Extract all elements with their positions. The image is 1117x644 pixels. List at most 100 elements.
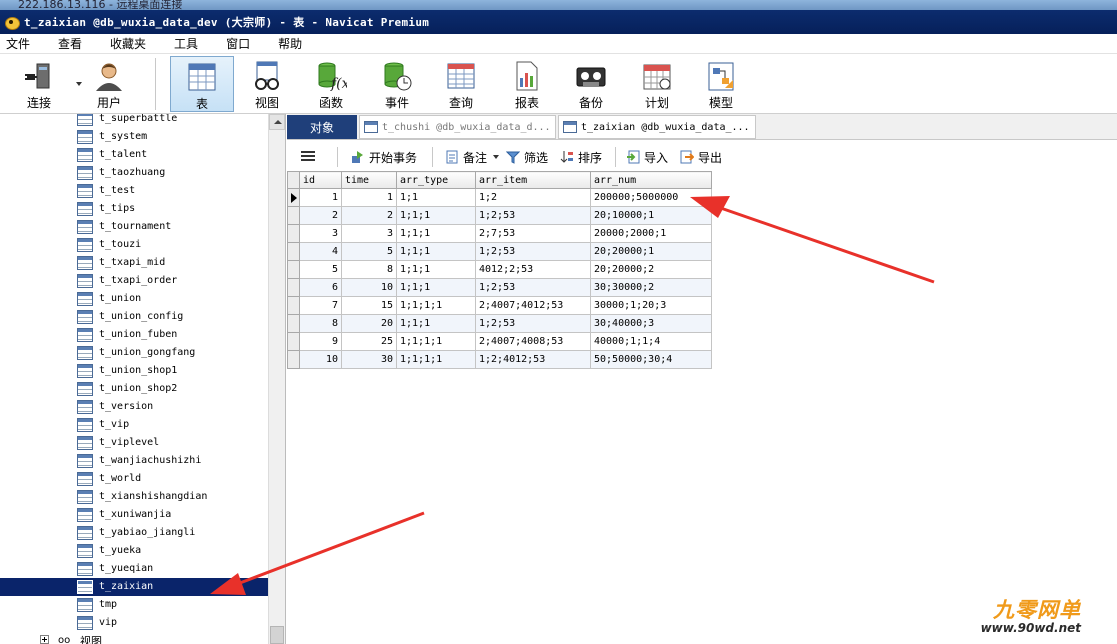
- table-row[interactable]: 8 20 1;1;1 1;2;53 30;40000;3: [287, 314, 712, 333]
- column-header-arr-item[interactable]: arr_item: [475, 171, 591, 189]
- cell-arr-type[interactable]: 1;1;1;1: [396, 332, 476, 351]
- cell-id[interactable]: 10: [299, 350, 342, 369]
- tree-item-table[interactable]: t_yabiao_jiangli: [0, 524, 268, 542]
- cell-arr-num[interactable]: 20000;2000;1: [590, 224, 712, 243]
- tree-node-views[interactable]: oo 视图: [40, 633, 240, 644]
- tab-t-chushi[interactable]: t_chushi @db_wuxia_data_d...: [359, 115, 556, 139]
- tree-item-table[interactable]: tmp: [0, 596, 268, 614]
- cell-id[interactable]: 5: [299, 260, 342, 279]
- connect-button[interactable]: 连接: [8, 56, 82, 112]
- cell-id[interactable]: 7: [299, 296, 342, 315]
- tree-item-table[interactable]: t_world: [0, 470, 268, 488]
- cell-arr-num[interactable]: 20;20000;2: [590, 260, 712, 279]
- cell-time[interactable]: 5: [341, 242, 397, 261]
- row-indicator[interactable]: [287, 350, 300, 369]
- view-button[interactable]: 视图: [236, 56, 298, 112]
- tree-item-table[interactable]: t_union_config: [0, 308, 268, 326]
- cell-id[interactable]: 9: [299, 332, 342, 351]
- tree-item-table[interactable]: t_union_fuben: [0, 326, 268, 344]
- cell-time[interactable]: 8: [341, 260, 397, 279]
- current-row-indicator-icon[interactable]: [287, 188, 300, 207]
- tree-item-table[interactable]: t_zaixian: [0, 578, 268, 596]
- tree-item-table[interactable]: t_union_gongfang: [0, 344, 268, 362]
- cell-arr-type[interactable]: 1;1;1;1: [396, 296, 476, 315]
- table-row[interactable]: 5 8 1;1;1 4012;2;53 20;20000;2: [287, 260, 712, 279]
- report-button[interactable]: 报表: [496, 56, 558, 112]
- table-row[interactable]: 7 15 1;1;1;1 2;4007;4012;53 30000;1;20;3: [287, 296, 712, 315]
- tree-item-table[interactable]: t_superbattle: [0, 114, 268, 128]
- query-button[interactable]: 查询: [430, 56, 492, 112]
- tree-item-table[interactable]: t_tournament: [0, 218, 268, 236]
- tree-item-table[interactable]: t_system: [0, 128, 268, 146]
- cell-time[interactable]: 30: [341, 350, 397, 369]
- tree-item-table[interactable]: t_wanjiachushizhi: [0, 452, 268, 470]
- cell-arr-item[interactable]: 4012;2;53: [475, 260, 591, 279]
- table-row[interactable]: 10 30 1;1;1;1 1;2;4012;53 50;50000;30;4: [287, 350, 712, 369]
- cell-arr-type[interactable]: 1;1;1: [396, 260, 476, 279]
- row-indicator[interactable]: [287, 278, 300, 297]
- menu-favorites[interactable]: 收藏夹: [104, 35, 146, 52]
- cell-arr-item[interactable]: 2;7;53: [475, 224, 591, 243]
- memo-button[interactable]: 备注: [445, 148, 500, 166]
- tree-item-table[interactable]: t_union: [0, 290, 268, 308]
- sidebar-scrollbar[interactable]: [268, 114, 285, 644]
- cell-id[interactable]: 4: [299, 242, 342, 261]
- backup-button[interactable]: 备份: [560, 56, 622, 112]
- cell-time[interactable]: 25: [341, 332, 397, 351]
- cell-id[interactable]: 3: [299, 224, 342, 243]
- column-header-time[interactable]: time: [341, 171, 397, 189]
- table-row[interactable]: 6 10 1;1;1 1;2;53 30;30000;2: [287, 278, 712, 297]
- tree-item-table[interactable]: t_test: [0, 182, 268, 200]
- row-indicator[interactable]: [287, 332, 300, 351]
- cell-arr-num[interactable]: 200000;5000000: [590, 188, 712, 207]
- tree-item-table[interactable]: t_union_shop1: [0, 362, 268, 380]
- cell-arr-num[interactable]: 30;30000;2: [590, 278, 712, 297]
- tree-item-table[interactable]: t_yueka: [0, 542, 268, 560]
- export-button[interactable]: 导出: [680, 148, 722, 166]
- tree-item-table[interactable]: t_talent: [0, 146, 268, 164]
- tree-item-table[interactable]: t_yueqian: [0, 560, 268, 578]
- schedule-button[interactable]: 计划: [626, 56, 688, 112]
- cell-id[interactable]: 2: [299, 206, 342, 225]
- tree-item-table[interactable]: t_viplevel: [0, 434, 268, 452]
- cell-arr-type[interactable]: 1;1;1;1: [396, 350, 476, 369]
- tree-item-table[interactable]: t_version: [0, 398, 268, 416]
- tree-item-table[interactable]: t_vip: [0, 416, 268, 434]
- cell-id[interactable]: 6: [299, 278, 342, 297]
- cell-arr-type[interactable]: 1;1;1: [396, 314, 476, 333]
- column-header-arr-type[interactable]: arr_type: [396, 171, 476, 189]
- row-indicator[interactable]: [287, 224, 300, 243]
- expand-plus-icon[interactable]: [40, 635, 49, 644]
- row-indicator[interactable]: [287, 296, 300, 315]
- cell-id[interactable]: 1: [299, 188, 342, 207]
- cell-time[interactable]: 10: [341, 278, 397, 297]
- table-row[interactable]: 3 3 1;1;1 2;7;53 20000;2000;1: [287, 224, 712, 243]
- row-indicator[interactable]: [287, 206, 300, 225]
- cell-arr-item[interactable]: 2;4007;4008;53: [475, 332, 591, 351]
- tree-item-table[interactable]: vip: [0, 614, 268, 632]
- cell-time[interactable]: 15: [341, 296, 397, 315]
- model-button[interactable]: 模型: [690, 56, 752, 112]
- cell-arr-num[interactable]: 20;10000;1: [590, 206, 712, 225]
- cell-arr-item[interactable]: 1;2;53: [475, 278, 591, 297]
- cell-arr-item[interactable]: 1;2;53: [475, 206, 591, 225]
- import-button[interactable]: 导入: [626, 148, 668, 166]
- table-row[interactable]: 1 1 1;1 1;2 200000;5000000: [287, 188, 712, 207]
- cell-arr-type[interactable]: 1;1;1: [396, 278, 476, 297]
- tab-t-zaixian[interactable]: t_zaixian @db_wuxia_data_...: [558, 115, 756, 139]
- chevron-down-icon[interactable]: [493, 155, 500, 159]
- row-indicator[interactable]: [287, 314, 300, 333]
- tree-item-table[interactable]: t_taozhuang: [0, 164, 268, 182]
- table-row[interactable]: 4 5 1;1;1 1;2;53 20;20000;1: [287, 242, 712, 261]
- sort-button[interactable]: 排序: [560, 148, 602, 166]
- cell-arr-num[interactable]: 20;20000;1: [590, 242, 712, 261]
- cell-arr-type[interactable]: 1;1;1: [396, 206, 476, 225]
- cell-arr-item[interactable]: 2;4007;4012;53: [475, 296, 591, 315]
- cell-arr-type[interactable]: 1;1;1: [396, 224, 476, 243]
- cell-arr-type[interactable]: 1;1: [396, 188, 476, 207]
- cell-arr-item[interactable]: 1;2;53: [475, 314, 591, 333]
- tree-item-table[interactable]: t_xianshishangdian: [0, 488, 268, 506]
- table-row[interactable]: 9 25 1;1;1;1 2;4007;4008;53 40000;1;1;4: [287, 332, 712, 351]
- scrollbar-thumb[interactable]: [270, 626, 284, 644]
- tree-item-table[interactable]: t_txapi_mid: [0, 254, 268, 272]
